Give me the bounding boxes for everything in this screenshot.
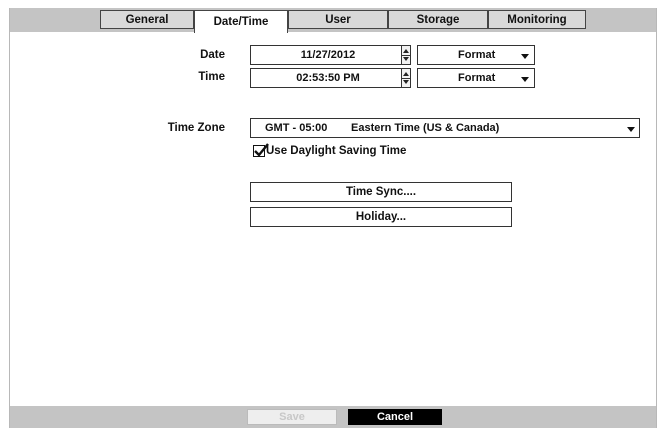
spinner-up-icon[interactable] (403, 49, 409, 53)
tab-monitoring[interactable]: Monitoring (488, 10, 586, 29)
tab-user[interactable]: User (288, 10, 388, 29)
timezone-name: Eastern Time (US & Canada) (351, 122, 500, 134)
date-format-dropdown[interactable]: Format (417, 45, 535, 65)
time-sync-button[interactable]: Time Sync.... (250, 182, 512, 202)
save-button[interactable]: Save (247, 409, 337, 425)
spinner-divider (402, 55, 410, 56)
spinner-down-icon[interactable] (403, 80, 409, 84)
date-label: Date (200, 49, 225, 61)
spinner-up-icon[interactable] (403, 72, 409, 76)
timezone-label: Time Zone (167, 122, 225, 134)
date-value: 11/27/2012 (300, 49, 356, 61)
date-spinner[interactable] (401, 45, 411, 65)
time-field[interactable]: 02:53:50 PM (250, 68, 406, 88)
settings-dialog: General Date/Time User Storage Monitorin… (9, 8, 657, 428)
chevron-down-icon (521, 77, 529, 82)
tab-bar: General Date/Time User Storage Monitorin… (10, 8, 656, 33)
time-spinner[interactable] (401, 68, 411, 88)
holiday-button[interactable]: Holiday... (250, 207, 512, 227)
footer-bar: Save Cancel (10, 406, 656, 428)
time-format-label: Format (458, 72, 496, 84)
timezone-offset: GMT - 05:00 (265, 122, 328, 134)
spinner-divider (402, 78, 410, 79)
dst-label[interactable]: Use Daylight Saving Time (266, 145, 406, 157)
spinner-down-icon[interactable] (403, 57, 409, 61)
time-format-dropdown[interactable]: Format (417, 68, 535, 88)
time-label: Time (198, 71, 225, 83)
tab-date-time[interactable]: Date/Time (194, 10, 288, 33)
chevron-down-icon (521, 54, 529, 59)
tab-general[interactable]: General (100, 10, 194, 29)
tab-storage[interactable]: Storage (388, 10, 488, 29)
time-value: 02:53:50 PM (296, 72, 360, 84)
timezone-dropdown[interactable]: GMT - 05:00 Eastern Time (US & Canada) (250, 118, 640, 138)
dst-checkbox[interactable] (253, 143, 269, 157)
cancel-button[interactable]: Cancel (348, 409, 442, 425)
date-format-label: Format (458, 49, 496, 61)
chevron-down-icon (627, 127, 635, 132)
date-field[interactable]: 11/27/2012 (250, 45, 406, 65)
